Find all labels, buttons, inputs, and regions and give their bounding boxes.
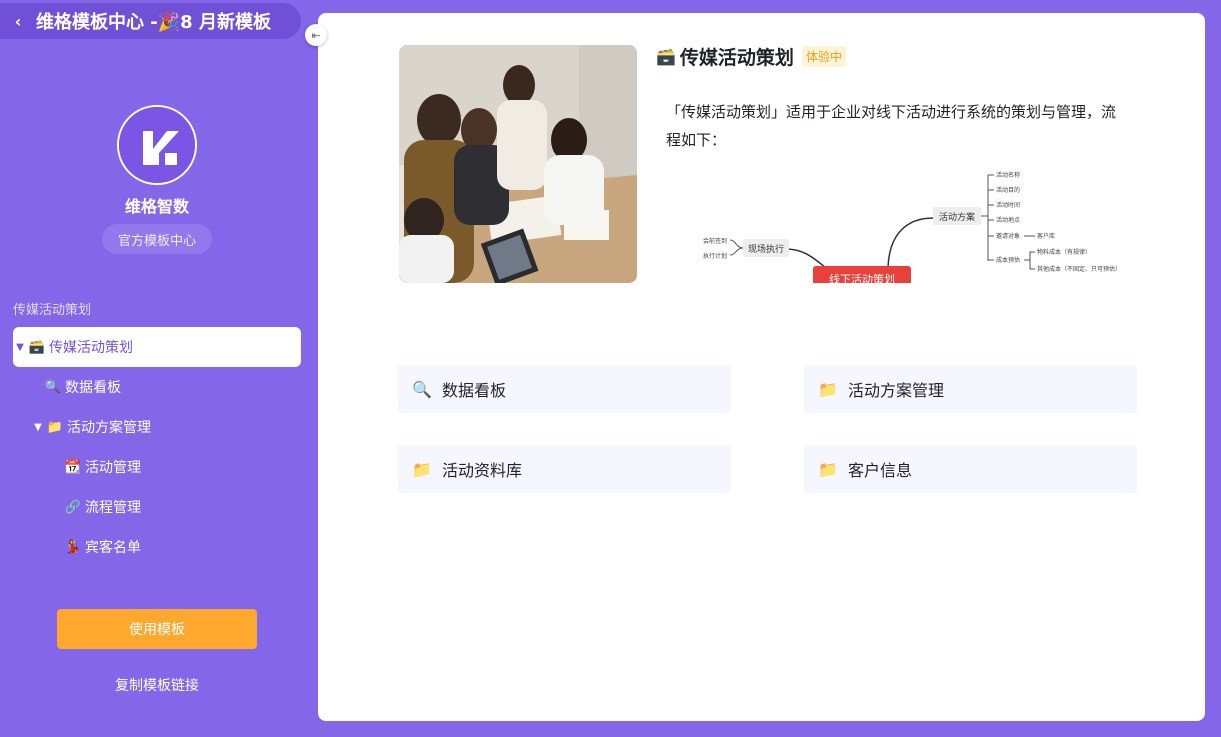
template-tree: ▼ 🗃️ 传媒活动策划 🔍 数据看板 ▼ 📁 活动方案管理 📆 活动管理 🔗 流… — [13, 327, 301, 567]
mindmap-left-node: 现场执行 — [748, 243, 784, 254]
tree-item-dashboard[interactable]: 🔍 数据看板 — [13, 367, 301, 407]
template-center-header[interactable]: ‹ 维格模板中心 -🎉8 月新模板 — [0, 3, 301, 39]
mindmap-right-child: 活动地点 — [996, 216, 1020, 224]
tree-item-label: 宾客名单 — [85, 540, 141, 556]
mindmap-center: 线下活动策划 — [829, 272, 895, 283]
template-title: 🗃️ 传媒活动策划 体验中 — [656, 43, 846, 70]
brand-logo — [117, 105, 197, 185]
header-title: 维格模板中心 -🎉8 月新模板 — [36, 12, 271, 33]
folder-icon: 📁 — [818, 459, 838, 479]
card-label: 数据看板 — [442, 381, 507, 400]
tree-item-guest-list[interactable]: 💃 宾客名单 — [13, 527, 301, 567]
tree-item-label: 流程管理 — [85, 500, 141, 516]
tree-item-label: 活动方案管理 — [67, 420, 151, 436]
mindmap-cost-child: 物料成本（有规律） — [1037, 248, 1091, 256]
tree-item-activity-management[interactable]: 📆 活动管理 — [13, 447, 301, 487]
dancer-icon: 💃 — [64, 539, 82, 555]
folder-card-plan-management[interactable]: 📁 活动方案管理 — [804, 365, 1137, 413]
tree-item-media-planning[interactable]: ▼ 🗃️ 传媒活动策划 — [13, 327, 301, 367]
mindmap-left-child: 执行计划 — [703, 252, 727, 260]
process-mindmap: 线下活动策划 现场执行 会前签到 执行计划 活动方案 活动名称 活动目的 活动时… — [698, 163, 1158, 283]
card-label: 客户信息 — [848, 461, 913, 480]
template-description: 「传媒活动策划」适用于企业对线下活动进行系统的策划与管理，流程如下： — [666, 103, 1117, 149]
template-title-text: 传媒活动策划 — [679, 47, 794, 69]
mindmap-right-child: 邀请对象 — [996, 232, 1020, 240]
official-center-badge[interactable]: 官方模板中心 — [102, 224, 212, 254]
table-card-dashboard[interactable]: 🔍 数据看板 — [398, 365, 731, 413]
tree-item-process-management[interactable]: 🔗 流程管理 — [13, 487, 301, 527]
tree-item-plan-management[interactable]: ▼ 📁 活动方案管理 — [13, 407, 301, 447]
folder-icon: 📁 — [46, 419, 64, 435]
file-cabinet-icon: 🗃️ — [656, 47, 676, 66]
magnifier-icon: 🔍 — [412, 379, 432, 399]
card-label: 活动方案管理 — [848, 381, 945, 400]
caret-down-icon[interactable]: ▼ — [13, 342, 27, 353]
folder-card-customer-info[interactable]: 📁 客户信息 — [804, 445, 1137, 493]
template-detail-panel: 🗃️ 传媒活动策划 体验中 「传媒活动策划」适用于企业对线下活动进行系统的策划与… — [318, 13, 1205, 721]
template-cover-photo — [399, 45, 637, 283]
copy-template-link[interactable]: 复制模板链接 — [0, 675, 314, 695]
back-icon[interactable]: ‹ — [0, 12, 36, 31]
mindmap-right-child: 活动目的 — [996, 186, 1020, 194]
mindmap-cost-child: 其他成本（不固定、只可预估） — [1037, 265, 1121, 273]
mindmap-right-child: 成本预估 — [996, 256, 1020, 264]
section-label: 传媒活动策划 — [13, 303, 92, 318]
tree-item-label: 活动管理 — [85, 460, 141, 476]
file-cabinet-icon: 🗃️ — [28, 339, 46, 355]
mindmap-right-child: 活动名称 — [996, 171, 1020, 179]
use-template-button[interactable]: 使用模板 — [57, 609, 257, 649]
folder-icon: 📁 — [412, 459, 432, 479]
mindmap-right-child: 活动时间 — [996, 201, 1020, 209]
brand-name: 维格智数 — [124, 197, 189, 216]
folder-card-resource-library[interactable]: 📁 活动资料库 — [398, 445, 731, 493]
folder-icon: 📁 — [818, 379, 838, 399]
collapse-sidebar-icon[interactable]: ⇤ — [305, 24, 327, 46]
tree-item-label: 数据看板 — [65, 380, 121, 396]
trial-badge: 体验中 — [801, 46, 846, 67]
caret-down-icon[interactable]: ▼ — [31, 422, 45, 433]
tree-item-label: 传媒活动策划 — [49, 340, 133, 356]
mindmap-invite-child: 客户库 — [1037, 232, 1055, 240]
calendar-icon: 📆 — [64, 459, 82, 475]
magnifier-icon: 🔍 — [44, 379, 62, 395]
mindmap-right-node: 活动方案 — [939, 211, 975, 222]
link-icon: 🔗 — [64, 499, 82, 515]
card-label: 活动资料库 — [442, 461, 523, 480]
mindmap-left-child: 会前签到 — [703, 237, 727, 245]
sidebar: 维格智数 官方模板中心 传媒活动策划 ▼ 🗃️ 传媒活动策划 🔍 数据看板 ▼ … — [0, 40, 318, 737]
